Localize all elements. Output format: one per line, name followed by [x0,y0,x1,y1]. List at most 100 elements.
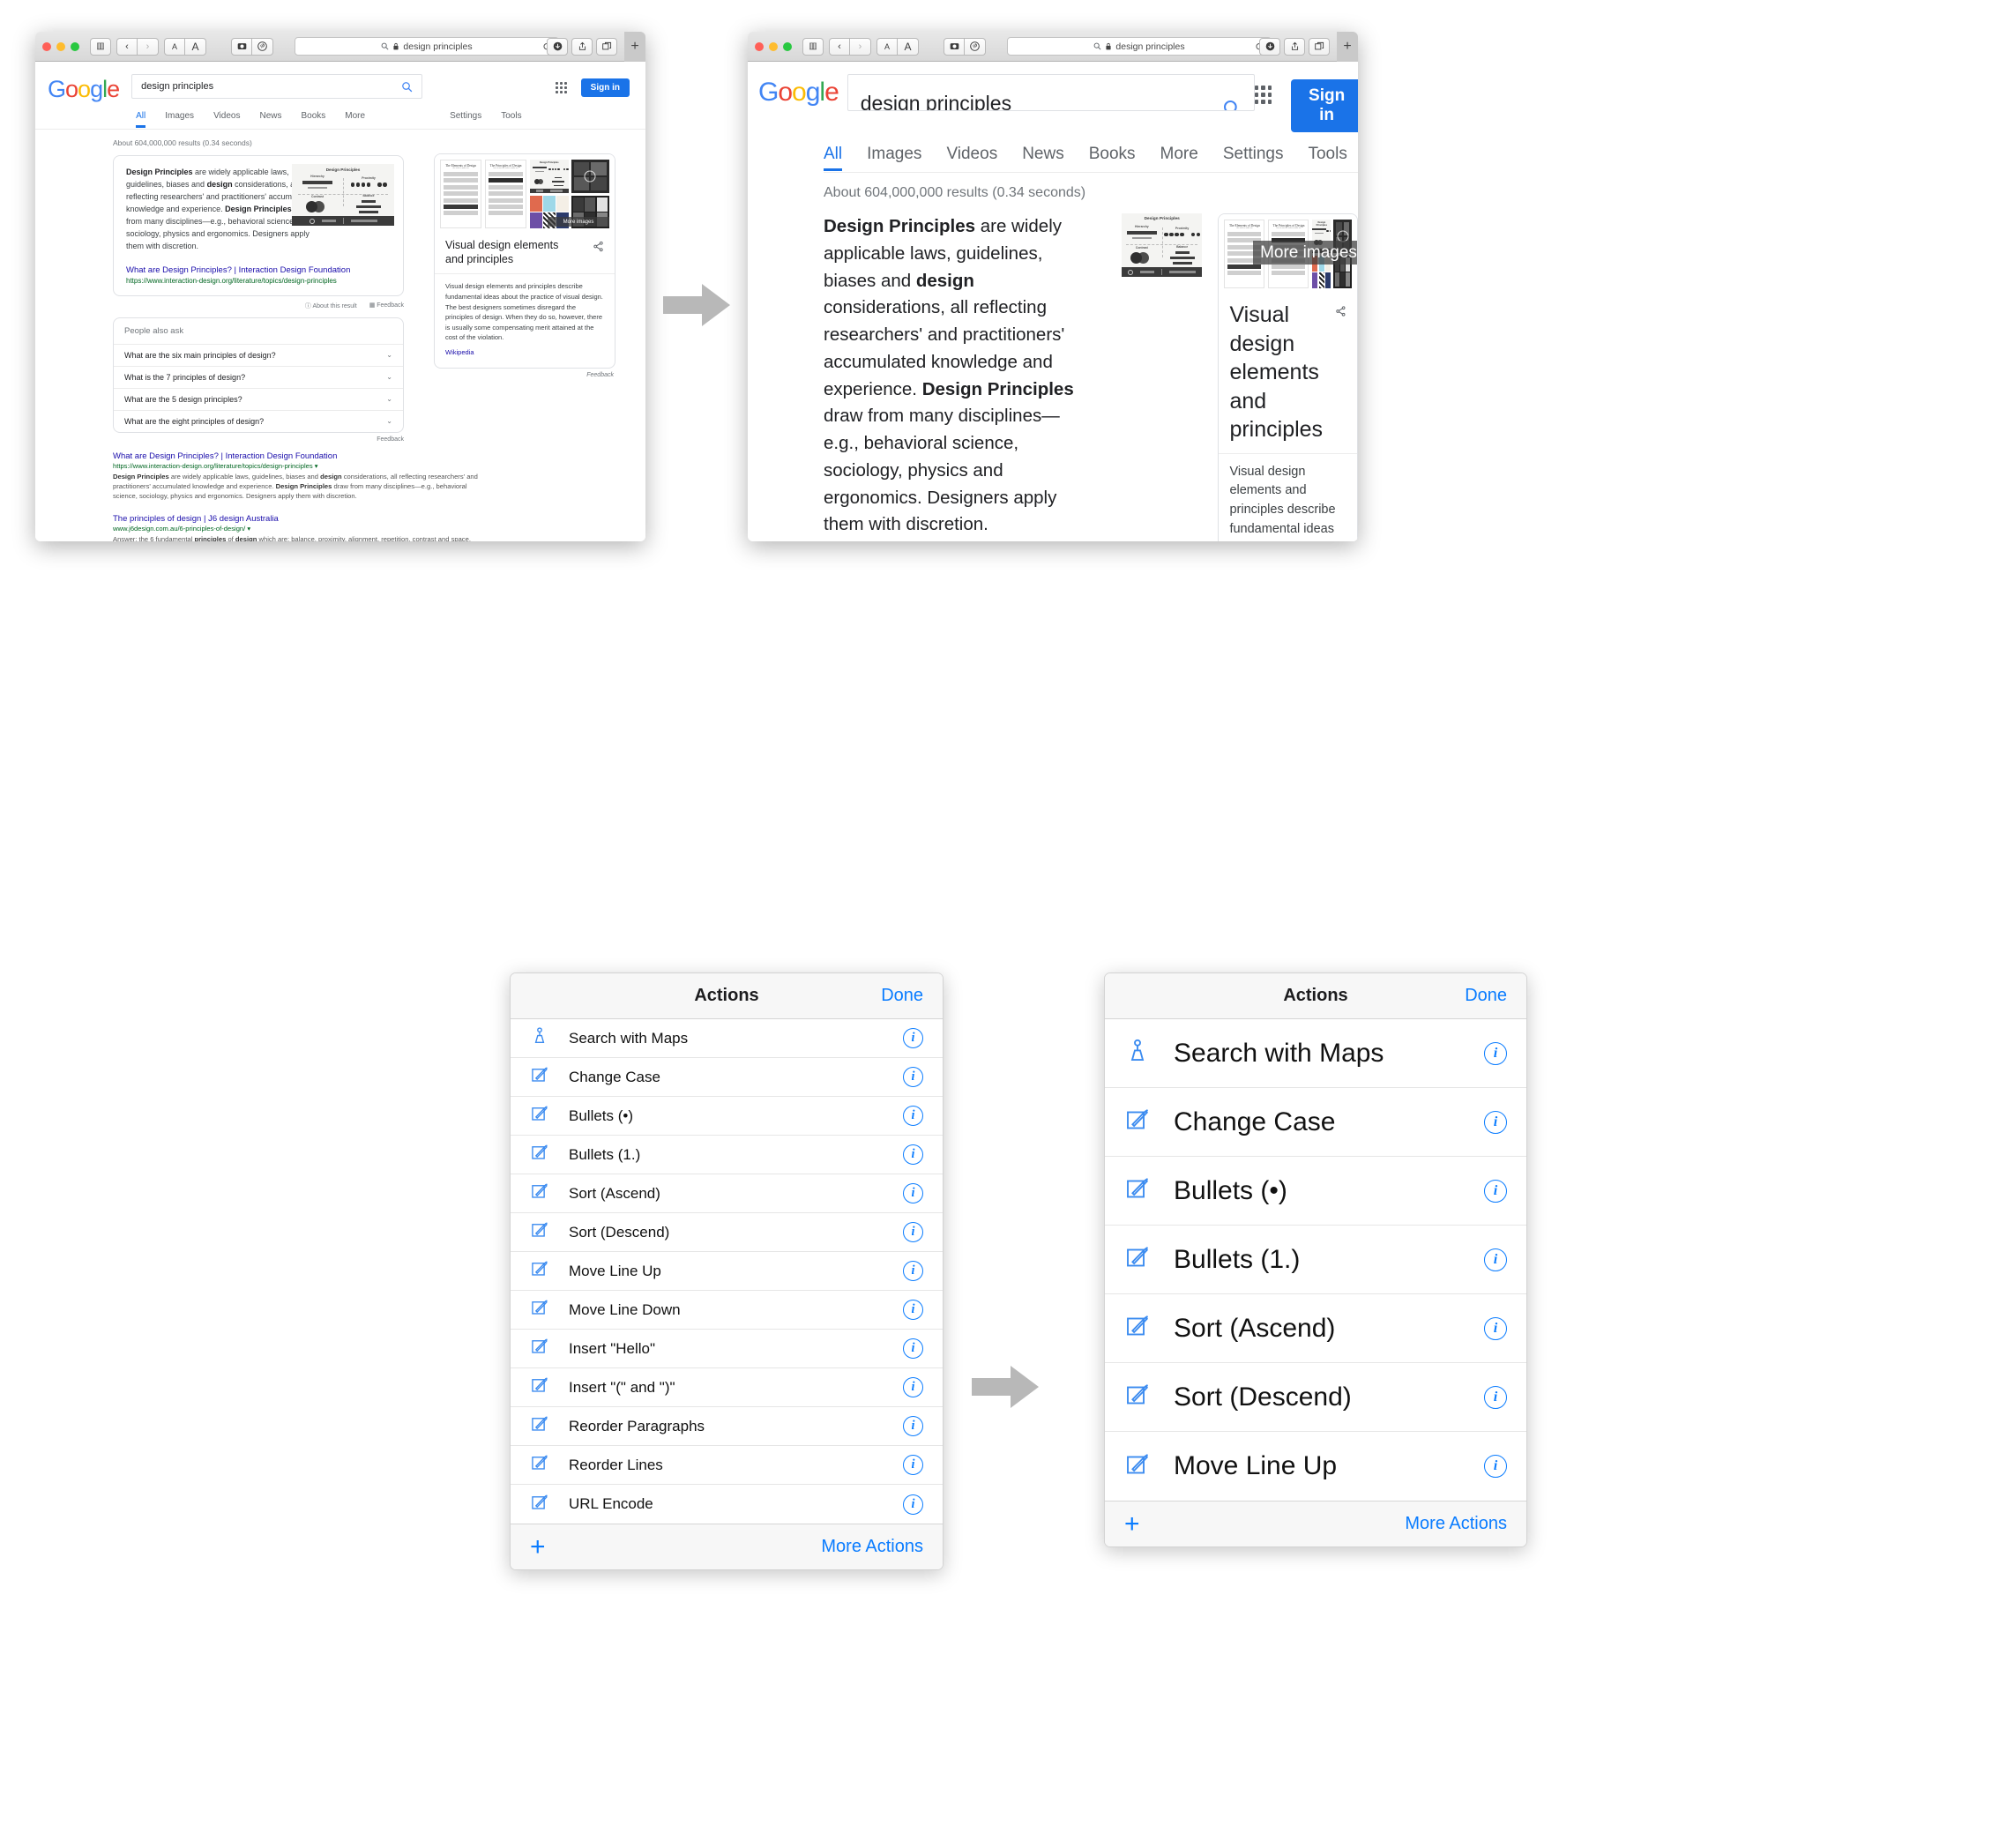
chevron-down-icon[interactable]: ⌄ [386,351,392,359]
sidebar-toggle-icon[interactable]: ▥ [802,37,824,56]
share-icon[interactable] [571,37,593,56]
sign-in-button[interactable]: Sign in [580,78,630,97]
maximize-window-button[interactable] [783,41,792,51]
info-icon[interactable]: i [1484,1316,1507,1340]
back-button[interactable]: ‹ [829,37,850,56]
thumbnail-contrast-poster[interactable] [571,160,609,193]
info-icon[interactable]: i [1484,1385,1507,1409]
increase-font-button[interactable]: A [898,37,919,56]
minimize-window-button[interactable] [769,41,778,51]
minimize-window-button[interactable] [56,41,65,51]
paa-question-row[interactable]: What is the 7 principles of design? ⌄ [114,365,403,388]
address-bar[interactable]: design principles ⟳ [1007,37,1272,56]
browser-toolbar[interactable]: ▥ ‹ › A A design principles ⟳ [35,32,645,62]
search-input[interactable]: design principles [131,74,423,99]
info-icon[interactable]: i [903,1300,923,1320]
info-icon[interactable]: i [1484,1179,1507,1203]
tab-news[interactable]: News [259,111,281,121]
google-nav-tabs[interactable]: All Images Videos News Books More Settin… [824,145,1358,173]
tab-videos[interactable]: Videos [213,111,240,121]
window-traffic-lights[interactable] [755,41,792,51]
decrease-font-button[interactable]: A [164,37,185,56]
tab-images[interactable]: Images [165,111,194,121]
add-action-button[interactable]: + [1124,1510,1140,1538]
tabs-icon[interactable] [1309,37,1330,56]
search-result-url[interactable]: https://www.interaction-design.org/liter… [113,462,483,470]
paa-question-row[interactable]: What are the eight principles of design?… [114,409,403,432]
paa-question-row[interactable]: What are the 5 design principles? ⌄ [114,387,403,410]
action-row[interactable]: Move Line Down i [511,1291,943,1330]
settings-button[interactable]: Settings [450,111,481,121]
maximize-window-button[interactable] [71,41,79,51]
chevron-down-icon[interactable]: ⌄ [386,373,392,381]
info-icon[interactable]: i [903,1455,923,1475]
about-this-result-link[interactable]: ⓘ About this result [305,302,357,310]
featured-snippet-thumbnail[interactable]: Design Principles Hierarchy Proximity Co… [1122,213,1203,277]
paa-feedback[interactable]: Feedback [113,436,404,443]
share-icon[interactable] [1335,304,1346,318]
google-logo[interactable]: Google [48,78,120,101]
action-row[interactable]: Insert "Hello" i [511,1330,943,1368]
knowledge-panel-images[interactable]: The Elements of Design the tools to make… [1219,214,1358,294]
info-icon[interactable]: i [903,1106,923,1126]
info-icon[interactable]: i [903,1067,923,1087]
action-row[interactable]: Reorder Lines i [511,1446,943,1485]
pinterest-icon[interactable] [965,37,986,56]
tools-button[interactable]: Tools [1308,145,1346,164]
forward-button[interactable]: › [850,37,871,56]
window-traffic-lights[interactable] [42,41,79,51]
add-action-button[interactable]: + [530,1533,546,1561]
info-icon[interactable]: i [903,1261,923,1281]
info-icon[interactable]: i [1484,1248,1507,1271]
action-row[interactable]: Bullets (1.) i [511,1136,943,1174]
action-row[interactable]: Sort (Descend) i [1105,1363,1526,1432]
info-icon[interactable]: i [903,1028,923,1048]
tab-all[interactable]: All [824,145,843,171]
info-icon[interactable]: i [903,1494,923,1515]
tab-videos[interactable]: Videos [946,145,997,164]
thumbnail-infographic[interactable]: Design Principles [530,160,569,193]
info-icon[interactable]: i [903,1222,923,1242]
tab-all[interactable]: All [136,111,146,128]
close-window-button[interactable] [755,41,764,51]
share-icon[interactable] [593,241,604,252]
tabs-icon[interactable] [596,37,617,56]
action-row[interactable]: Bullets (1.) i [1105,1226,1526,1294]
chevron-down-icon[interactable]: ⌄ [386,395,392,403]
sign-in-button[interactable]: Sign in [1291,79,1358,132]
search-result-url[interactable]: www.j6design.com.au/6-principles-of-desi… [113,525,483,533]
search-result-title[interactable]: What are Design Principles? | Interactio… [113,451,483,461]
knowledge-panel-images[interactable]: The Elements of Design the tools to make… [435,154,615,234]
actions-sheet-normal[interactable]: Actions Done Search with Maps i Change Cas… [510,972,944,1570]
featured-snippet-thumbnail[interactable]: Design Principles Hierarchy Proximity Co… [292,164,394,226]
action-row[interactable]: Bullets (•) i [511,1097,943,1136]
action-row[interactable]: Reorder Paragraphs i [511,1407,943,1446]
google-nav-tabs[interactable]: All Images Videos News Books More Settin… [131,111,556,128]
apps-grid-icon[interactable] [1254,86,1272,104]
feedback-link[interactable]: ▦ Feedback [369,302,404,310]
info-icon[interactable]: i [903,1183,923,1203]
action-row[interactable]: Change Case i [1105,1088,1526,1157]
address-bar[interactable]: design principles ⟳ [295,37,559,56]
action-row[interactable]: Move Line Up i [511,1252,943,1291]
tab-images[interactable]: Images [867,145,921,164]
paa-question-row[interactable]: What are the six main principles of desi… [114,343,403,366]
action-row[interactable]: Insert "(" and ")" i [511,1368,943,1407]
more-actions-button[interactable]: More Actions [821,1537,923,1557]
pinterest-icon[interactable] [252,37,273,56]
google-logo[interactable]: Google [758,79,839,132]
browser-toolbar[interactable]: ▥ ‹ › A A design principles ⟳ [748,32,1358,62]
knowledge-panel-feedback[interactable]: Feedback [586,372,614,378]
browser-window-normal[interactable]: ▥ ‹ › A A design principles ⟳ [35,32,645,541]
close-window-button[interactable] [42,41,51,51]
tab-news[interactable]: News [1022,145,1064,164]
tools-button[interactable]: Tools [501,111,521,121]
camera-icon[interactable] [944,37,965,56]
sidebar-toggle-icon[interactable]: ▥ [90,37,111,56]
browser-window-zoomed[interactable]: ▥ ‹ › A A design principles ⟳ [748,32,1358,541]
action-row[interactable]: URL Encode i [511,1485,943,1524]
new-tab-button[interactable]: + [624,32,645,62]
featured-snippet-link[interactable]: What are Design Principles? | Interactio… [126,265,392,275]
actions-sheet-zoomed[interactable]: Actions Done Search with Maps i Change Cas… [1104,972,1527,1547]
info-icon[interactable]: i [1484,1041,1507,1065]
